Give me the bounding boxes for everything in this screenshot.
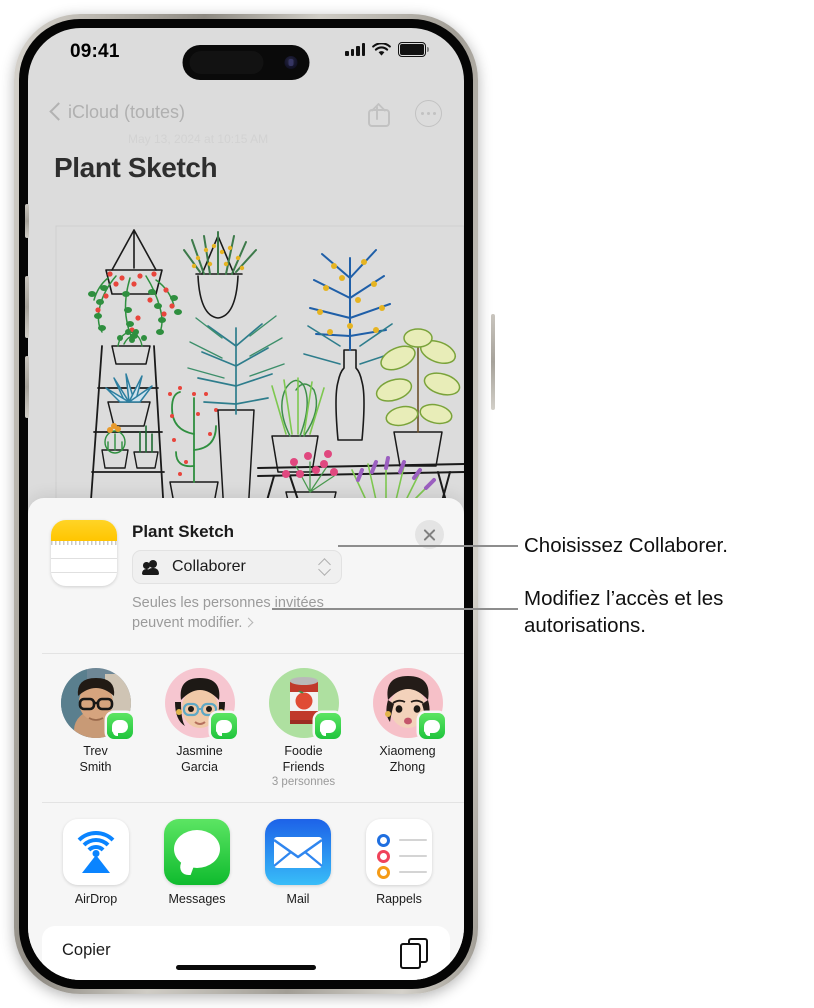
plant-sketch-drawing[interactable]	[46, 218, 464, 518]
chevron-right-icon	[243, 617, 254, 628]
contact-item[interactable]: Xiaomeng Zhong	[368, 668, 447, 790]
apps-row[interactable]: AirDrop Messages Mail Rappels	[28, 803, 464, 916]
back-button-label: iCloud (toutes)	[68, 102, 186, 122]
contact-name-line1: Foodie Friends	[282, 744, 325, 774]
callout-text: Choisissez Collaborer.	[524, 534, 728, 557]
messages-badge-icon	[210, 713, 237, 739]
app-label: Mail	[286, 891, 310, 906]
contact-item[interactable]: Foodie Friends 3 personnes	[264, 668, 343, 790]
contacts-row[interactable]: Trev Smith Jasmine Garcia Foodie Friends…	[28, 654, 464, 802]
app-label: Messages	[168, 891, 226, 906]
front-camera-icon	[284, 56, 298, 69]
wifi-icon	[372, 42, 391, 56]
app-item-messages[interactable]: Messages	[162, 818, 232, 906]
phone-bezel: 09:41 iCloud (toutes) May 13, 2024 at 10…	[19, 19, 473, 989]
volume-down-button[interactable]	[25, 356, 29, 418]
avatar	[60, 668, 133, 739]
permission-note[interactable]: Seules les personnes invitées peuvent mo…	[132, 594, 362, 633]
contact-name-line1: Trev	[83, 744, 108, 758]
app-label: AirDrop	[74, 891, 118, 906]
avatar	[268, 668, 341, 739]
avatar	[164, 668, 237, 739]
permission-dropdown-label: Collaborer	[172, 558, 246, 575]
people-icon	[142, 560, 164, 575]
page-title: Plant Sketch	[54, 152, 218, 183]
callout-text: Modifiez l’accès et les autorisations.	[524, 587, 724, 637]
callout-leader-line	[338, 545, 518, 547]
contact-name-line1: Jasmine	[176, 744, 223, 758]
airdrop-icon	[63, 818, 129, 885]
more-options-icon[interactable]	[415, 100, 442, 127]
cellular-bars-icon	[345, 43, 365, 56]
battery-full-icon	[398, 42, 429, 57]
nav-bar: iCloud (toutes)	[28, 100, 464, 142]
contact-item[interactable]: Trev Smith	[56, 668, 135, 790]
reminders-icon	[366, 818, 432, 885]
mail-icon	[265, 818, 331, 885]
contact-subtitle: 3 personnes	[271, 776, 336, 789]
app-item-airdrop[interactable]: AirDrop	[61, 818, 131, 906]
contact-name-line2: Zhong	[389, 759, 426, 774]
home-indicator[interactable]	[176, 965, 316, 970]
contact-name-line2: Garcia	[181, 759, 218, 774]
contact-name-line1: Xiaomeng	[379, 744, 436, 758]
share-sheet-header: Plant Sketch Collaborer Seules les perso…	[28, 498, 464, 653]
app-label: Rappels	[376, 891, 422, 906]
power-button[interactable]	[491, 314, 495, 410]
contact-name-line2: Smith	[79, 759, 112, 774]
status-icons	[345, 42, 429, 57]
permission-dropdown[interactable]: Collaborer	[132, 550, 342, 584]
copy-action-label[interactable]: Copier	[62, 941, 111, 960]
actions-card: Copier	[42, 926, 450, 980]
up-down-chevron-icon	[318, 556, 331, 578]
status-bar: 09:41	[28, 28, 464, 80]
shared-document-title: Plant Sketch	[132, 522, 235, 541]
phone-screen: 09:41 iCloud (toutes) May 13, 2024 at 10…	[28, 28, 464, 980]
messages-badge-icon	[106, 713, 133, 739]
nav-bar-actions	[368, 100, 442, 127]
silent-switch[interactable]	[25, 204, 29, 238]
copy-icon[interactable]	[400, 938, 428, 969]
messages-badge-icon	[418, 713, 445, 739]
share-sheet: Plant Sketch Collaborer Seules les perso…	[28, 498, 464, 980]
phone-frame: 09:41 iCloud (toutes) May 13, 2024 at 10…	[14, 14, 495, 994]
chevron-left-icon	[50, 103, 61, 122]
dynamic-island	[182, 45, 310, 80]
back-button[interactable]: iCloud (toutes)	[50, 102, 185, 123]
avatar	[372, 668, 445, 739]
callout-leader-line	[272, 608, 518, 610]
app-item-mail[interactable]: Mail	[263, 818, 333, 906]
app-item-reminders[interactable]: Rappels	[364, 818, 434, 906]
contact-item[interactable]: Jasmine Garcia	[160, 668, 239, 790]
status-time: 09:41	[70, 41, 120, 62]
island-pill	[189, 51, 264, 74]
permission-note-text: Seules les personnes invitées peuvent mo…	[132, 595, 324, 631]
messages-badge-icon	[314, 713, 341, 739]
messages-icon	[164, 818, 230, 885]
volume-up-button[interactable]	[25, 276, 29, 338]
share-icon[interactable]	[368, 101, 390, 127]
notes-app-icon	[51, 520, 117, 586]
